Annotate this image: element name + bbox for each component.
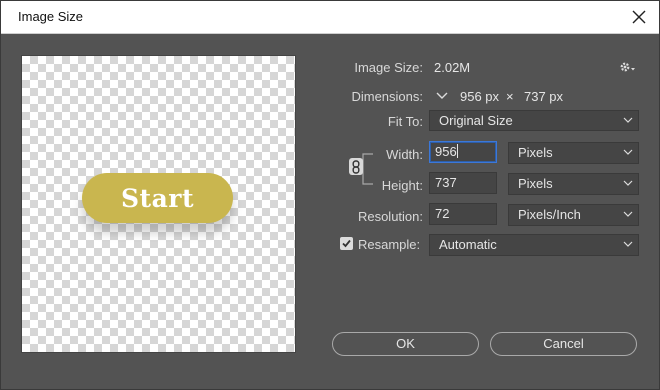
chevron-down-icon [623,149,633,155]
dimensions-label: Dimensions: [351,89,423,104]
close-button[interactable] [629,7,649,27]
resolution-input[interactable]: 72 [429,203,497,225]
fit-to-value: Original Size [439,113,513,128]
chevron-down-icon [623,180,633,186]
resolution-value: 72 [435,206,450,221]
checkmark-icon [342,239,351,248]
height-input[interactable]: 737 [429,172,497,194]
height-unit-select[interactable]: Pixels [508,173,639,195]
resolution-unit-value: Pixels/Inch [518,207,581,222]
cancel-button[interactable]: Cancel [490,332,637,356]
link-icon [352,159,360,174]
resample-method-select[interactable]: Automatic [429,234,639,256]
resolution-label: Resolution: [357,209,423,224]
dimensions-dropdown[interactable] [433,87,450,104]
start-button-label: Start [120,183,195,213]
height-label: Height: [381,178,423,193]
resolution-unit-select[interactable]: Pixels/Inch [508,204,639,226]
title-bar: Image Size [1,1,659,34]
chevron-down-icon [623,117,633,123]
width-value: 956 [435,144,457,159]
dialog-title: Image Size [18,9,84,24]
width-label: Width: [386,147,423,162]
chevron-down-icon [436,92,447,99]
fit-to-label: Fit To: [387,114,423,129]
width-unit-select[interactable]: Pixels [508,142,639,164]
resample-method-value: Automatic [439,237,497,252]
gear-icon [620,62,635,72]
settings-button[interactable] [619,59,637,75]
height-value: 737 [435,175,457,190]
dimensions-height: 737 px [524,89,564,104]
close-icon [632,10,646,24]
height-unit-value: Pixels [518,176,553,191]
image-size-value: 2.02M [434,60,471,75]
resample-checkbox[interactable] [340,237,353,250]
dimensions-width: 956 px [460,89,500,104]
image-size-dialog: Image Size Start Image Size: 2.02M Dimen… [0,0,660,390]
image-size-label: Image Size: [354,60,423,75]
fit-to-select[interactable]: Original Size [429,110,639,131]
resample-label: Resample: [358,237,421,252]
dimensions-separator: × [506,89,514,104]
chevron-down-icon [623,241,633,247]
start-button-preview: Start [82,173,233,223]
text-caret [456,144,458,158]
width-unit-value: Pixels [518,145,553,160]
width-input[interactable]: 956 [429,141,497,163]
chevron-down-icon [623,211,633,217]
image-preview[interactable]: Start [21,55,296,353]
ok-button[interactable]: OK [332,332,479,356]
